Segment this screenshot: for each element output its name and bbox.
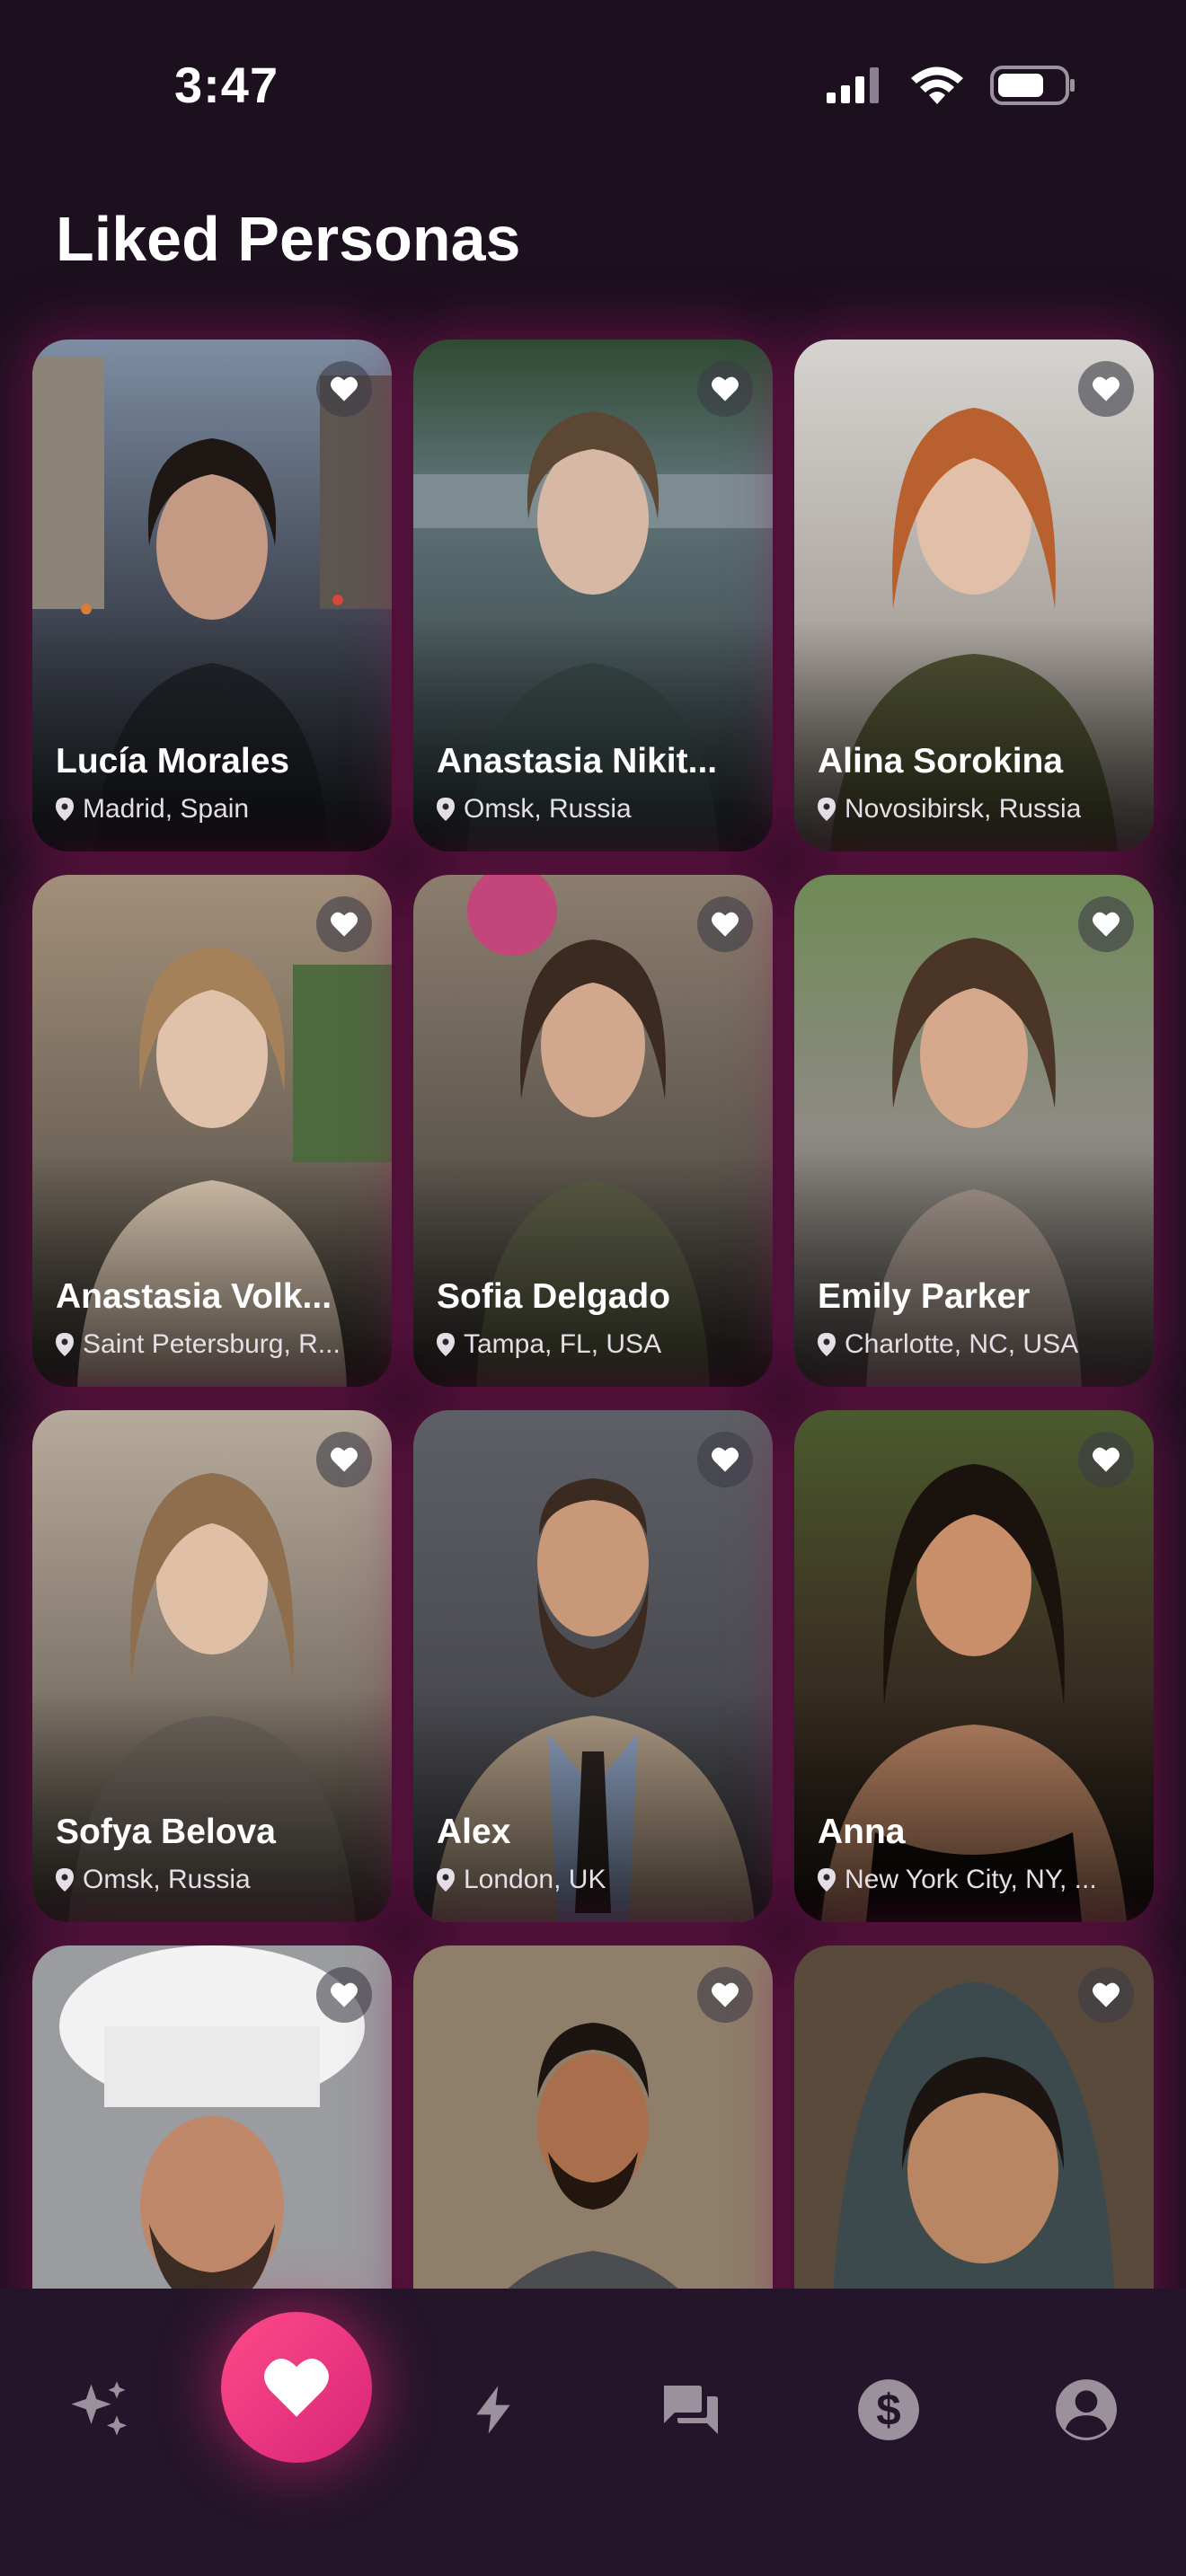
status-time: 3:47 <box>174 57 279 113</box>
heart-icon <box>331 1447 358 1472</box>
location-pin-icon <box>437 1868 455 1892</box>
svg-text:$: $ <box>876 2386 900 2435</box>
persona-location-text: Omsk, Russia <box>464 794 632 824</box>
chat-icon <box>664 2386 718 2434</box>
persona-grid: Lucía Morales Madrid, Spain Anastasia Ni… <box>32 340 1155 2457</box>
location-pin-icon <box>818 798 836 821</box>
heart-icon <box>712 1447 739 1472</box>
persona-location: Saint Petersburg, R... <box>56 1329 374 1360</box>
persona-location: Novosibirsk, Russia <box>818 794 1136 825</box>
persona-card[interactable]: Sofya Belova Omsk, Russia <box>32 1410 392 1922</box>
heart-icon <box>264 2359 329 2417</box>
tab-credits[interactable]: $ <box>839 2360 938 2459</box>
favorite-button[interactable] <box>697 361 753 417</box>
signal-icon <box>827 67 879 103</box>
persona-location-text: Madrid, Spain <box>83 794 250 824</box>
persona-card[interactable]: Anastasia Volk... Saint Petersburg, R... <box>32 875 392 1387</box>
location-pin-icon <box>818 1868 836 1892</box>
persona-location-text: Charlotte, NC, USA <box>845 1329 1079 1359</box>
location-pin-icon <box>437 798 455 821</box>
persona-location: Omsk, Russia <box>437 794 755 825</box>
page-title: Liked Personas <box>56 204 521 274</box>
persona-name: Alex <box>437 1813 511 1851</box>
heart-icon <box>1093 1447 1120 1472</box>
persona-location: Madrid, Spain <box>56 794 374 825</box>
favorite-button[interactable] <box>316 361 372 417</box>
tab-boost[interactable] <box>444 2360 543 2459</box>
profile-icon <box>1056 2379 1117 2440</box>
favorite-button[interactable] <box>1078 1967 1134 2023</box>
heart-icon <box>1093 912 1120 937</box>
persona-name: Sofia Delgado <box>437 1277 671 1316</box>
favorite-button[interactable] <box>697 1967 753 2023</box>
persona-name: Alina Sorokina <box>818 742 1064 781</box>
persona-location: Omsk, Russia <box>56 1865 374 1895</box>
persona-name: Sofya Belova <box>56 1813 276 1851</box>
persona-location-text: Tampa, FL, USA <box>464 1329 662 1359</box>
persona-location: London, UK <box>437 1865 755 1895</box>
tab-liked[interactable] <box>221 2312 372 2463</box>
location-pin-icon <box>437 1333 455 1356</box>
persona-card[interactable]: Sofia Delgado Tampa, FL, USA <box>413 875 773 1387</box>
persona-name: Anastasia Nikit... <box>437 742 718 781</box>
persona-location-text: London, UK <box>464 1865 606 1894</box>
status-icons <box>825 65 1076 106</box>
heart-icon <box>331 912 358 937</box>
heart-icon <box>1093 1982 1120 2007</box>
persona-card[interactable]: Anastasia Nikit... Omsk, Russia <box>413 340 773 851</box>
wifi-icon <box>911 66 963 104</box>
persona-location: Tampa, FL, USA <box>437 1329 755 1360</box>
tab-bar: $ <box>0 2289 1186 2576</box>
location-pin-icon <box>56 1868 74 1892</box>
location-pin-icon <box>56 1333 74 1356</box>
heart-icon <box>712 912 739 937</box>
persona-name: Lucía Morales <box>56 742 290 781</box>
persona-name: Anna <box>818 1813 906 1851</box>
location-pin-icon <box>56 798 74 821</box>
favorite-button[interactable] <box>316 1967 372 2023</box>
persona-card[interactable]: Alina Sorokina Novosibirsk, Russia <box>794 340 1154 851</box>
persona-card[interactable]: Lucía Morales Madrid, Spain <box>32 340 392 851</box>
favorite-button[interactable] <box>697 1432 753 1487</box>
tab-discover[interactable] <box>50 2360 149 2459</box>
persona-card[interactable]: Anna New York City, NY, ... <box>794 1410 1154 1922</box>
heart-icon <box>1093 376 1120 401</box>
persona-name: Emily Parker <box>818 1277 1031 1316</box>
persona-location-text: Novosibirsk, Russia <box>845 794 1082 824</box>
persona-location-text: New York City, NY, ... <box>845 1865 1097 1894</box>
heart-icon <box>712 1982 739 2007</box>
heart-icon <box>331 1982 358 2007</box>
sparkles-icon <box>71 2381 128 2436</box>
heart-icon <box>712 376 739 401</box>
location-pin-icon <box>818 1333 836 1356</box>
persona-name: Anastasia Volk... <box>56 1277 332 1316</box>
persona-location: Charlotte, NC, USA <box>818 1329 1136 1360</box>
bolt-icon <box>476 2386 510 2434</box>
favorite-button[interactable] <box>316 896 372 952</box>
persona-card[interactable]: Alex London, UK <box>413 1410 773 1922</box>
persona-card[interactable]: Emily Parker Charlotte, NC, USA <box>794 875 1154 1387</box>
persona-location-text: Saint Petersburg, R... <box>83 1329 341 1359</box>
favorite-button[interactable] <box>1078 896 1134 952</box>
tab-profile[interactable] <box>1037 2360 1136 2459</box>
heart-icon <box>331 376 358 401</box>
dollar-icon: $ <box>858 2379 919 2440</box>
favorite-button[interactable] <box>316 1432 372 1487</box>
favorite-button[interactable] <box>1078 1432 1134 1487</box>
favorite-button[interactable] <box>1078 361 1134 417</box>
tab-chats[interactable] <box>642 2360 740 2459</box>
status-bar: 3:47 <box>0 0 1186 171</box>
battery-icon <box>990 66 1075 105</box>
persona-location: New York City, NY, ... <box>818 1865 1136 1895</box>
persona-location-text: Omsk, Russia <box>83 1865 251 1894</box>
favorite-button[interactable] <box>697 896 753 952</box>
